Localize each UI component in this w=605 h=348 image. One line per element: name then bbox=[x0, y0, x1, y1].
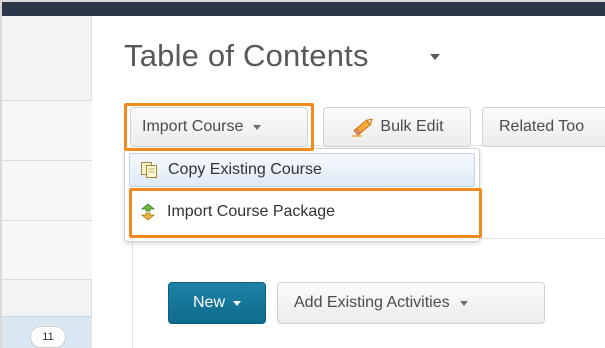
menu-item-copy-existing-course[interactable]: Copy Existing Course bbox=[129, 153, 475, 187]
related-tools-button[interactable]: Related Too bbox=[482, 107, 605, 147]
new-button[interactable]: New bbox=[168, 282, 266, 324]
add-existing-activities-label: Add Existing Activities bbox=[294, 294, 450, 311]
highlight-import-course bbox=[124, 103, 314, 151]
highlight-import-course-package bbox=[129, 188, 482, 238]
sidebar-count-badge: 11 bbox=[30, 326, 66, 348]
pencil-icon bbox=[352, 118, 374, 137]
menu-item-label: Copy Existing Course bbox=[168, 161, 322, 178]
sidebar-item[interactable] bbox=[2, 160, 92, 220]
bulk-edit-button[interactable]: Bulk Edit bbox=[323, 107, 471, 147]
related-tools-label: Related Too bbox=[499, 118, 585, 135]
sidebar-item[interactable] bbox=[2, 220, 92, 280]
sidebar-item[interactable] bbox=[2, 100, 92, 160]
chevron-down-icon bbox=[233, 300, 241, 306]
sidebar bbox=[2, 16, 92, 348]
copy-document-icon bbox=[141, 162, 157, 178]
chevron-down-icon bbox=[459, 300, 468, 306]
title-chevron-down-icon[interactable] bbox=[430, 54, 440, 60]
bulk-edit-label: Bulk Edit bbox=[380, 118, 444, 135]
page-title[interactable]: Table of Contents bbox=[124, 38, 369, 74]
top-navigation-bar bbox=[2, 2, 605, 16]
add-existing-activities-button[interactable]: Add Existing Activities bbox=[277, 282, 545, 324]
new-button-label: New bbox=[192, 294, 225, 311]
